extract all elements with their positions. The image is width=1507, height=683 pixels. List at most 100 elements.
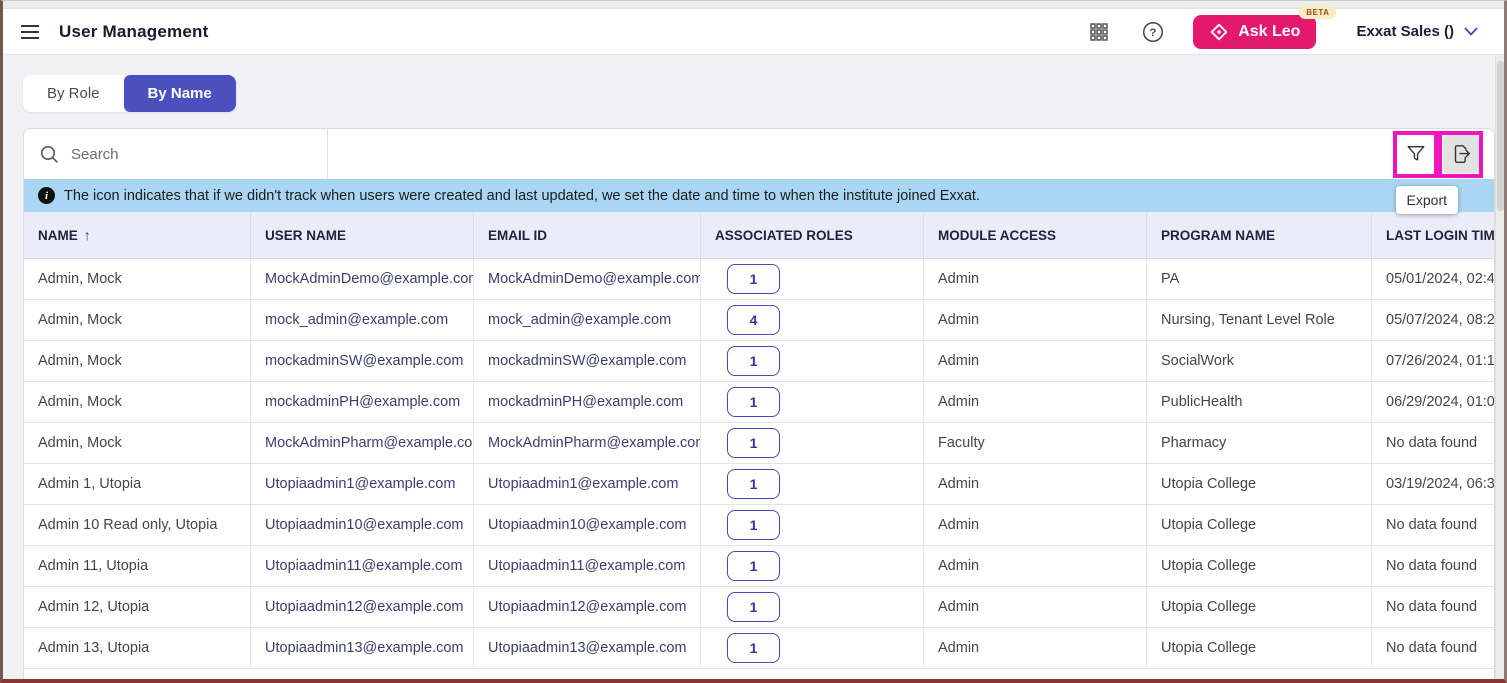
- cell-user-name: mock_admin@example.com: [251, 300, 474, 340]
- app-bar: User Management ? Ask Leo: [3, 9, 1504, 55]
- filter-annotation-box: [1393, 131, 1438, 178]
- roles-count-button[interactable]: 4: [727, 305, 780, 335]
- cell-associated-roles: 1: [701, 546, 924, 586]
- cell-module-access: Admin: [924, 300, 1147, 340]
- roles-count-button[interactable]: 1: [727, 387, 780, 417]
- tab-by-name[interactable]: By Name: [124, 75, 236, 112]
- table-row: Admin, MockMockAdminDemo@example.comMock…: [24, 259, 1494, 300]
- cell-name: Admin, Mock: [24, 382, 251, 422]
- info-icon: i: [38, 187, 55, 204]
- cell-last-login-time: 06/29/2024, 01:04:: [1372, 382, 1494, 422]
- roles-count-button[interactable]: 1: [727, 428, 780, 458]
- cell-last-login-time: 03/19/2024, 06:30:: [1372, 464, 1494, 504]
- vertical-scrollbar[interactable]: [1495, 55, 1504, 679]
- table-row: Admin 11, UtopiaUtopiaadmin11@example.co…: [24, 546, 1494, 587]
- cell-email-id: mockadminSW@example.com: [474, 341, 701, 381]
- beta-badge: BETA: [1299, 6, 1336, 19]
- roles-count-button[interactable]: 1: [727, 510, 780, 540]
- roles-count-button[interactable]: 1: [727, 551, 780, 581]
- filter-icon[interactable]: [1398, 135, 1434, 173]
- cell-email-id: Utopiaadmin12@example.com: [474, 587, 701, 627]
- roles-count-button[interactable]: 1: [727, 592, 780, 622]
- table-row: Admin 12, UtopiaUtopiaadmin12@example.co…: [24, 587, 1494, 628]
- page: User Management ? Ask Leo: [0, 0, 1507, 683]
- cell-name: Admin, Mock: [24, 423, 251, 463]
- tab-by-role[interactable]: By Role: [23, 75, 124, 112]
- sort-ascending-icon: ↑: [84, 227, 91, 243]
- roles-count-button[interactable]: 1: [727, 469, 780, 499]
- cell-email-id: Utopiaadmin11@example.com: [474, 546, 701, 586]
- cell-module-access: Admin: [924, 259, 1147, 299]
- ask-leo-label: Ask Leo: [1238, 23, 1300, 41]
- scrollbar-thumb[interactable]: [1497, 61, 1504, 211]
- roles-count-button[interactable]: 1: [727, 346, 780, 376]
- cell-last-login-time: No data found: [1372, 423, 1494, 463]
- column-header-program-name[interactable]: PROGRAM NAME: [1147, 212, 1372, 258]
- top-strip: [3, 1, 1504, 9]
- search-box[interactable]: [24, 129, 328, 179]
- cell-program-name: Pharmacy: [1147, 423, 1372, 463]
- column-header-associated-roles[interactable]: ASSOCIATED ROLES: [701, 212, 924, 258]
- cell-program-name: PublicHealth: [1147, 382, 1372, 422]
- export-annotation-box: [1438, 131, 1483, 178]
- table-row: Admin, MockMockAdminPharm@example.comMoc…: [24, 423, 1494, 464]
- column-header-email-id[interactable]: EMAIL ID: [474, 212, 701, 258]
- users-table-card: Export i The icon indicates that if we d…: [23, 128, 1495, 680]
- ask-leo-button[interactable]: Ask Leo: [1193, 15, 1316, 49]
- cell-associated-roles: 1: [701, 587, 924, 627]
- cell-email-id: Utopiaadmin1@example.com: [474, 464, 701, 504]
- account-menu[interactable]: Exxat Sales (): [1356, 23, 1478, 40]
- cell-last-login-time: 07/26/2024, 01:17:: [1372, 341, 1494, 381]
- cell-user-name: Utopiaadmin12@example.com: [251, 587, 474, 627]
- cell-last-login-time: 05/07/2024, 08:21:: [1372, 300, 1494, 340]
- export-tooltip: Export: [1396, 186, 1458, 214]
- roles-count-button[interactable]: 1: [727, 633, 780, 663]
- export-icon[interactable]: [1443, 135, 1479, 173]
- svg-text:?: ?: [1150, 27, 1157, 39]
- column-header-user-name[interactable]: USER NAME: [251, 212, 474, 258]
- help-icon[interactable]: ?: [1139, 18, 1167, 46]
- cell-user-name: MockAdminDemo@example.com: [251, 259, 474, 299]
- ask-leo-logo-icon: [1209, 22, 1229, 42]
- search-input[interactable]: [71, 146, 291, 163]
- column-header-module-access[interactable]: MODULE ACCESS: [924, 212, 1147, 258]
- cell-associated-roles: 1: [701, 628, 924, 668]
- cell-last-login-time: 05/01/2024, 02:47:: [1372, 259, 1494, 299]
- table-row: Admin 10 Read only, UtopiaUtopiaadmin10@…: [24, 505, 1494, 546]
- cell-name: Admin 10 Read only, Utopia: [24, 505, 251, 545]
- column-header-name[interactable]: NAME ↑: [24, 212, 251, 258]
- cell-user-name: Utopiaadmin10@example.com: [251, 505, 474, 545]
- cell-module-access: Admin: [924, 587, 1147, 627]
- cell-name: Admin 12, Utopia: [24, 587, 251, 627]
- table-row: Admin, Mockmock_admin@example.commock_ad…: [24, 300, 1494, 341]
- cell-associated-roles: 1: [701, 464, 924, 504]
- cell-module-access: Admin: [924, 464, 1147, 504]
- cell-last-login-time: No data found: [1372, 628, 1494, 668]
- hamburger-menu-icon[interactable]: [17, 19, 43, 45]
- view-tabs: By Role By Name: [23, 75, 236, 112]
- cell-associated-roles: 1: [701, 341, 924, 381]
- cell-program-name: SocialWork: [1147, 341, 1372, 381]
- cell-program-name: Utopia College: [1147, 464, 1372, 504]
- cell-name: Admin 13, Utopia: [24, 628, 251, 668]
- page-title: User Management: [59, 22, 208, 42]
- cell-user-name: Utopiaadmin1@example.com: [251, 464, 474, 504]
- cell-name: Admin 1, Utopia: [24, 464, 251, 504]
- account-name: Exxat Sales (): [1356, 23, 1454, 40]
- cell-program-name: Utopia College: [1147, 546, 1372, 586]
- app-bar-right: ? Ask Leo BETA Exxat Sales (): [1085, 15, 1478, 49]
- cell-last-login-time: No data found: [1372, 587, 1494, 627]
- roles-count-button[interactable]: 1: [727, 264, 780, 294]
- column-header-last-login-time[interactable]: LAST LOGIN TIME: [1372, 212, 1494, 258]
- cell-associated-roles: 1: [701, 259, 924, 299]
- cell-program-name: Utopia College: [1147, 628, 1372, 668]
- search-icon: [40, 145, 59, 164]
- cell-last-login-time: No data found: [1372, 546, 1494, 586]
- cell-module-access: Admin: [924, 505, 1147, 545]
- cell-email-id: Utopiaadmin13@example.com: [474, 628, 701, 668]
- apps-grid-icon[interactable]: [1085, 18, 1113, 46]
- cell-associated-roles: 1: [701, 382, 924, 422]
- cell-user-name: mockadminSW@example.com: [251, 341, 474, 381]
- cell-associated-roles: 1: [701, 423, 924, 463]
- table-row: Admin 1, UtopiaUtopiaadmin1@example.comU…: [24, 464, 1494, 505]
